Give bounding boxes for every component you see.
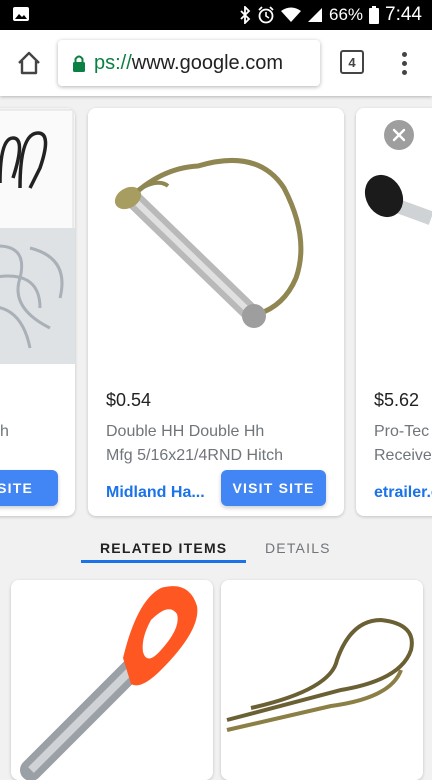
close-button[interactable] — [384, 120, 414, 150]
related-item-image — [11, 580, 213, 780]
url-host: www.google.com — [131, 51, 283, 74]
home-button[interactable] — [12, 46, 46, 80]
active-tab-indicator — [81, 560, 246, 563]
tab-details[interactable]: DETAILS — [265, 540, 331, 556]
visit-site-button[interactable]: VISIT SITE — [221, 470, 326, 506]
alarm-icon — [258, 6, 274, 24]
address-bar[interactable]: ps://www.google.com — [58, 40, 320, 86]
related-item-card[interactable] — [11, 580, 213, 780]
related-item-image — [221, 580, 423, 780]
lock-icon — [73, 55, 85, 72]
wifi-icon — [280, 7, 301, 22]
product-description: h — [0, 423, 9, 440]
merchant-link[interactable]: Midland Ha... — [106, 484, 205, 502]
product-card[interactable]: $5.62 Pro-Tec Receive etrailer.c — [356, 108, 432, 516]
battery-percent: 66% — [328, 5, 364, 24]
clock: 7:44 — [385, 4, 422, 25]
signal-icon — [307, 8, 322, 22]
url-scheme: ps:// — [94, 51, 132, 74]
product-image — [0, 108, 75, 364]
merchant-link[interactable]: etrailer.c — [374, 484, 432, 502]
home-icon — [18, 51, 40, 75]
product-image — [88, 108, 344, 364]
bluetooth-icon — [240, 6, 251, 24]
visit-site-button[interactable]: VISIT SITE — [0, 470, 58, 506]
tab-switcher-button[interactable]: 4 — [340, 50, 364, 74]
product-description: Pro-Tec Receive — [374, 423, 432, 464]
related-item-card[interactable] — [221, 580, 423, 780]
status-icons: 66% 7:44 — [239, 4, 422, 26]
product-card[interactable]: h VISIT SITE — [0, 108, 75, 516]
battery-icon — [369, 6, 380, 24]
browser-toolbar: ps://www.google.com 4 — [0, 30, 432, 96]
url-text: ps://www.google.com — [94, 52, 283, 75]
product-carousel[interactable]: h VISIT SITE $0.54 Double HH Double Hh M… — [0, 96, 432, 528]
close-icon — [392, 128, 406, 142]
status-bar: 66% 7:44 — [0, 0, 432, 30]
product-card[interactable]: $0.54 Double HH Double Hh Mfg 5/16x21/4R… — [88, 108, 344, 516]
product-price: $5.62 — [374, 390, 420, 410]
tab-count: 4 — [348, 54, 356, 70]
detail-tabs: RELATED ITEMS DETAILS — [0, 528, 432, 572]
image-icon — [13, 7, 29, 21]
overflow-menu-icon[interactable] — [394, 48, 414, 78]
product-description: Double HH Double Hh Mfg 5/16x21/4RND Hit… — [106, 423, 283, 464]
product-price: $0.54 — [106, 390, 152, 410]
tab-related-items[interactable]: RELATED ITEMS — [100, 540, 227, 556]
